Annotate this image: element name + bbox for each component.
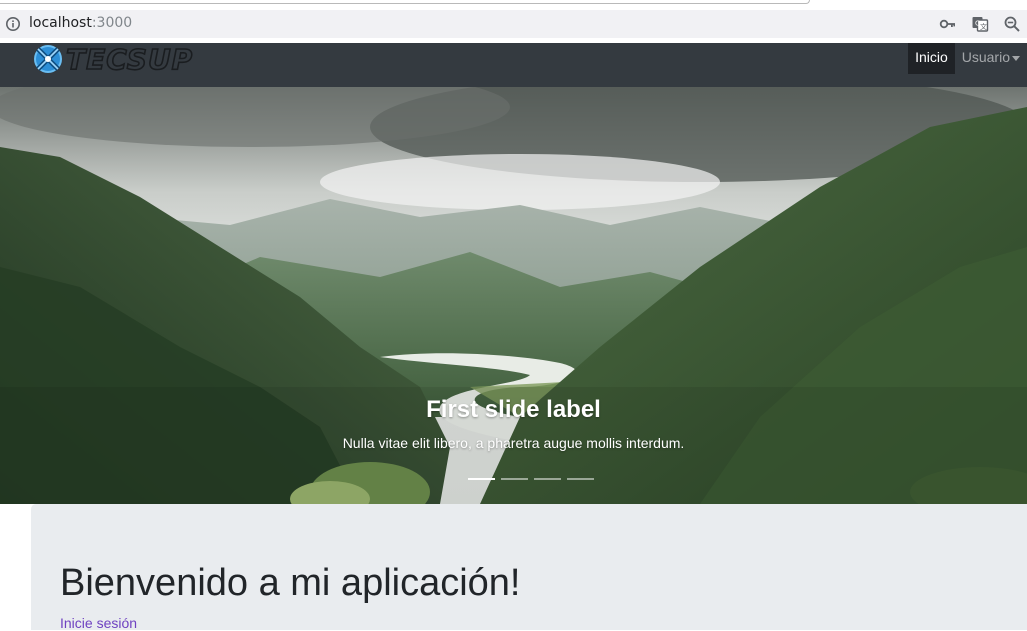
carousel-indicator-2[interactable]	[501, 478, 528, 480]
nav-link-usuario-label: Usuario	[961, 49, 1010, 65]
svg-text:文: 文	[980, 22, 987, 31]
hero-carousel[interactable]: First slide label Nulla vitae elit liber…	[0, 87, 1027, 504]
nav-link-usuario[interactable]: Usuario	[955, 43, 1027, 74]
browser-address-bar: localhost:3000 G文	[0, 0, 1027, 43]
omnibox-actions: G文	[939, 15, 1021, 33]
translate-icon[interactable]: G文	[971, 15, 989, 33]
carousel-indicators	[468, 478, 594, 480]
zoom-out-icon[interactable]	[1003, 15, 1021, 33]
carousel-caption-text: Nulla vitae elit libero, a pharetra augu…	[342, 435, 685, 451]
carousel-indicator-3[interactable]	[534, 478, 561, 480]
brand-wordmark: TECSUP	[65, 42, 194, 77]
tab-strip	[0, 0, 810, 4]
omnibox[interactable]: localhost:3000 G文	[0, 10, 1027, 38]
tecsup-logo-icon	[30, 43, 70, 75]
brand-link[interactable]: TECSUP	[30, 42, 194, 77]
key-icon[interactable]	[939, 15, 957, 33]
carousel-indicator-4[interactable]	[567, 478, 594, 480]
login-link[interactable]: Inicie sesión	[60, 615, 137, 631]
url-host: localhost	[29, 15, 92, 31]
nav-links: Inicio Usuario	[908, 43, 1027, 74]
caret-down-icon	[1012, 55, 1020, 61]
carousel-indicator-1[interactable]	[468, 478, 495, 480]
welcome-jumbotron: Bienvenido a mi aplicación! Inicie sesió…	[31, 504, 1027, 631]
url-port: :3000	[91, 15, 133, 31]
welcome-heading: Bienvenido a mi aplicación!	[60, 562, 521, 604]
navbar: TECSUP Inicio Usuario	[0, 42, 1027, 87]
url-text[interactable]: localhost:3000	[29, 15, 132, 31]
info-icon[interactable]	[5, 16, 21, 32]
nav-link-inicio[interactable]: Inicio	[908, 43, 955, 74]
carousel-caption-title: First slide label	[426, 396, 601, 423]
